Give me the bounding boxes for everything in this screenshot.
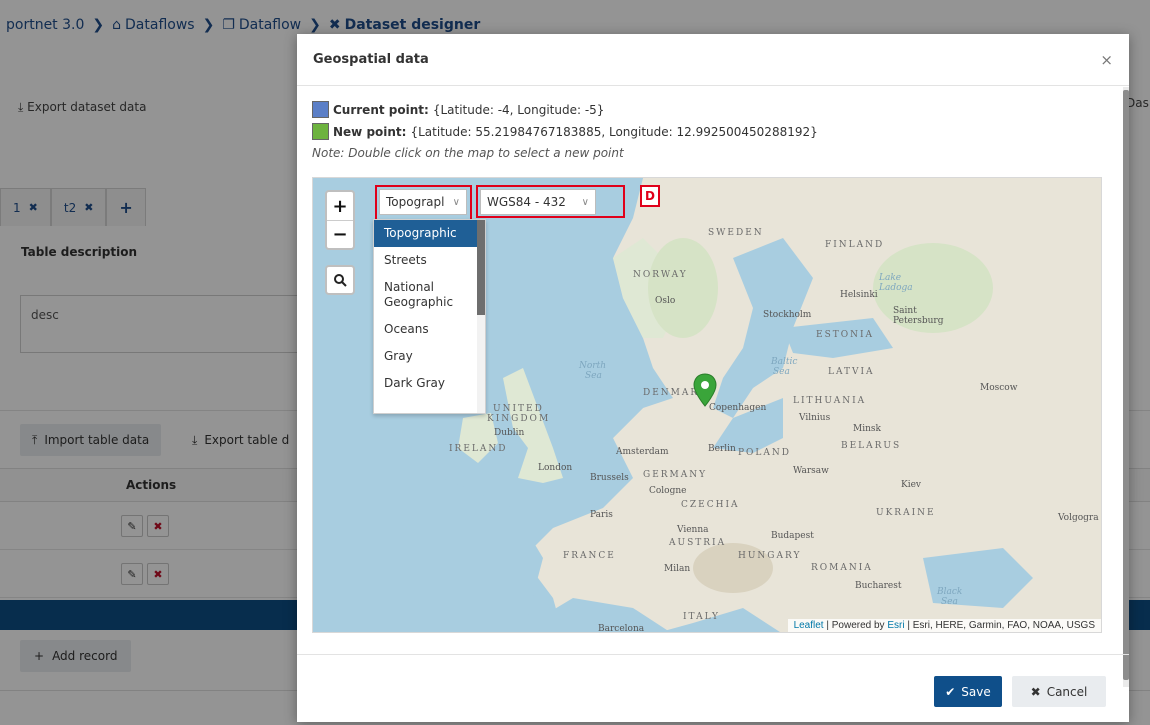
check-icon: ✔ (945, 684, 956, 699)
current-point-value: {Latitude: -4, Longitude: -5} (432, 102, 605, 117)
map-label-denmark: DENMAR (643, 388, 700, 398)
dropdown-scrollbar[interactable] (477, 220, 485, 413)
map-label-ukraine: UKRAINE (876, 508, 936, 518)
new-point-legend: New point: {Latitude: 55.21984767183885,… (312, 123, 818, 140)
current-point-swatch (312, 101, 329, 118)
leaflet-link[interactable]: Leaflet (794, 620, 824, 631)
map-label-brussels: Brussels (590, 473, 629, 483)
map-label-czechia: CZECHIA (681, 500, 740, 510)
map-label-germany: GERMANY (643, 470, 708, 480)
basemap-option-oceans[interactable]: Oceans (374, 316, 485, 343)
map-marker-icon[interactable] (693, 373, 717, 407)
map-label-lithuania: LITHUANIA (793, 396, 867, 406)
map-label-sweden: SWEDEN (708, 228, 764, 238)
modal-footer-divider (297, 654, 1129, 655)
attribution-powered: | Powered by (823, 620, 888, 631)
basemap-option-gray[interactable]: Gray (374, 343, 485, 370)
modal-body: Current point: {Latitude: -4, Longitude:… (297, 87, 1123, 687)
map-label-romania: ROMANIA (811, 563, 873, 573)
sweden-forest (648, 238, 718, 338)
map-label-latvia: LATVIA (828, 367, 875, 377)
map-label-italy: ITALY (683, 612, 720, 622)
cancel-label: Cancel (1046, 684, 1088, 699)
map-label-minsk: Minsk (853, 424, 881, 434)
map-label-austria: AUSTRIA (669, 538, 727, 548)
basemap-option-topographic[interactable]: Topographic (374, 220, 485, 247)
map-label-cologne: Cologne (649, 486, 687, 496)
search-icon (334, 274, 347, 287)
map-label-london: London (538, 463, 573, 473)
modal-header: Geospatial data × (297, 34, 1129, 86)
new-point-swatch (312, 123, 329, 140)
map-label-oslo: Oslo (655, 296, 676, 306)
basemap-option-national-geographic[interactable]: National Geographic (374, 274, 485, 316)
basemap-option-streets[interactable]: Streets (374, 247, 485, 274)
close-icon: ✖ (1030, 684, 1041, 699)
map-label-finland: FINLAND (825, 240, 885, 250)
map-label-north-sea-2: Sea (585, 371, 602, 381)
map-label-amsterdam: Amsterdam (616, 447, 669, 457)
dropdown-scroll-thumb[interactable] (477, 220, 485, 315)
save-label: Save (961, 684, 991, 699)
map-label-moscow: Moscow (980, 383, 1018, 393)
attribution-sources: | Esri, HERE, Garmin, FAO, NOAA, USGS (904, 620, 1095, 631)
modal-scroll-thumb[interactable] (1123, 90, 1129, 680)
basemap-dropdown: Topographic Streets National Geographic … (373, 219, 486, 414)
zoom-out-button[interactable]: − (327, 220, 353, 248)
map-label-black-sea-2: Sea (941, 597, 958, 607)
map-label-black-sea: Black (937, 587, 963, 597)
map-label-kiev: Kiev (901, 480, 922, 490)
map-label-norway: NORWAY (633, 270, 688, 280)
current-point-label: Current point: (333, 102, 429, 117)
basemap-highlight (375, 185, 472, 222)
current-point-legend: Current point: {Latitude: -4, Longitude:… (312, 101, 604, 118)
map-note: Note: Double click on the map to select … (312, 146, 624, 160)
cancel-button[interactable]: ✖ Cancel (1012, 676, 1106, 707)
esri-link[interactable]: Esri (887, 620, 904, 631)
map-label-france: FRANCE (563, 551, 616, 561)
new-point-value: {Latitude: 55.21984767183885, Longitude:… (410, 124, 818, 139)
map-label-baltic-2: Sea (773, 367, 790, 377)
map-label-vienna: Vienna (677, 525, 709, 535)
modal-title: Geospatial data (313, 52, 429, 67)
map-label-paris: Paris (590, 510, 613, 520)
map-label-barcelona: Barcelona (598, 624, 645, 633)
map-label-belarus: BELARUS (841, 441, 902, 451)
map-label-dublin: Dublin (494, 428, 525, 438)
save-button[interactable]: ✔ Save (934, 676, 1002, 707)
map-label-lake: Lake (879, 273, 902, 283)
map-search-button[interactable] (325, 265, 355, 295)
map-label-vilnius: Vilnius (799, 413, 831, 423)
map-label-helsinki: Helsinki (840, 290, 878, 300)
map-label-petersburg: Petersburg (893, 316, 944, 326)
map-label-uk: UNITED (493, 404, 544, 414)
map-label-ladoga: Ladoga (879, 283, 913, 293)
map-label-poland: POLAND (738, 448, 792, 458)
annotation-badge: D (640, 185, 660, 207)
map-label-bucharest: Bucharest (855, 581, 902, 591)
map-label-uk-2: KINGDOM (487, 414, 551, 424)
crs-highlight (476, 185, 625, 218)
zoom-in-button[interactable]: + (327, 192, 353, 220)
basemap-option-dark-gray[interactable]: Dark Gray (374, 370, 485, 397)
map-label-estonia: ESTONIA (816, 330, 875, 340)
map-attribution: Leaflet | Powered by Esri | Esri, HERE, … (787, 619, 1101, 632)
map-label-budapest: Budapest (771, 531, 814, 541)
map-label-copenhagen: Copenhagen (709, 403, 767, 413)
map-label-ireland: IRELAND (449, 444, 508, 454)
geospatial-modal: Geospatial data × Current point: {Latitu… (297, 34, 1129, 722)
zoom-control: + − (325, 190, 355, 250)
map-label-berlin: Berlin (708, 444, 736, 454)
map[interactable]: SWEDEN FINLAND NORWAY ESTONIA LATVIA LIT… (312, 177, 1102, 633)
map-label-warsaw: Warsaw (793, 466, 829, 476)
map-label-stockholm: Stockholm (763, 310, 812, 320)
close-icon[interactable]: × (1100, 51, 1113, 69)
map-label-north-sea: North (579, 361, 607, 371)
map-label-milan: Milan (664, 564, 691, 574)
map-label-volgograd: Volgogra (1058, 513, 1099, 523)
map-label-baltic: Baltic (771, 357, 798, 367)
map-label-saint: Saint (893, 306, 917, 316)
map-label-hungary: HUNGARY (738, 551, 802, 561)
new-point-label: New point: (333, 124, 407, 139)
